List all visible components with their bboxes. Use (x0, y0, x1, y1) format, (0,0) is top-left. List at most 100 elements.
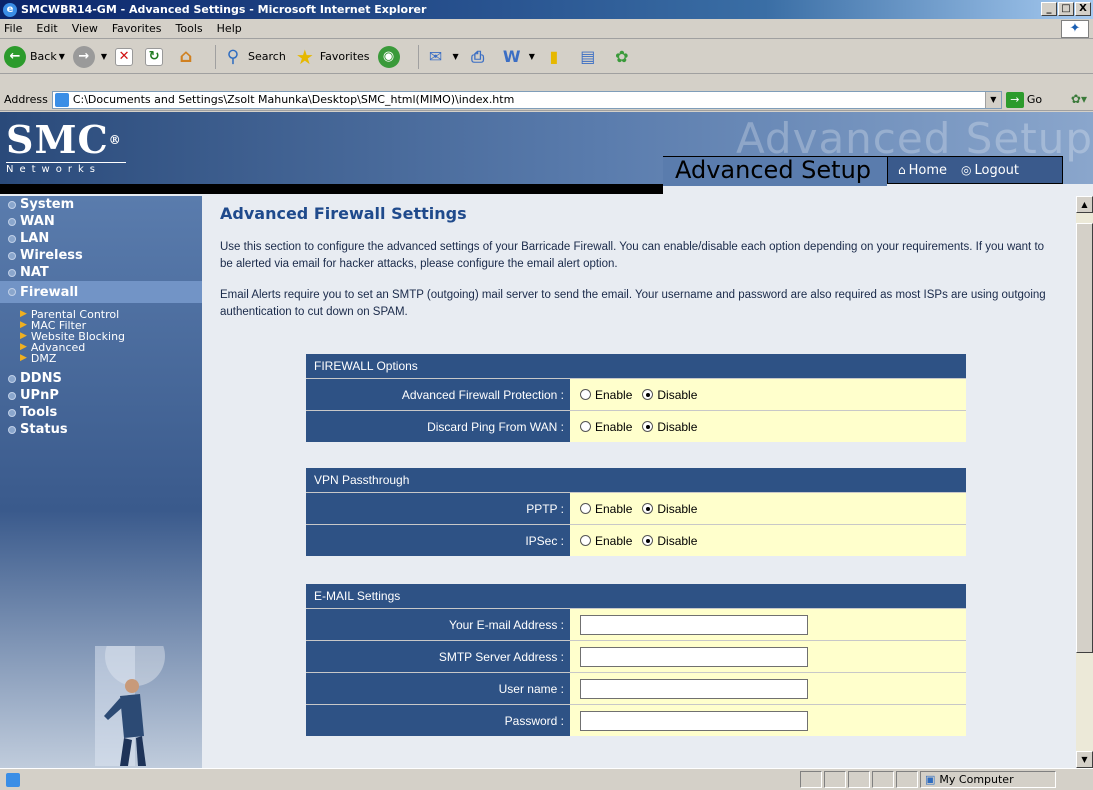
folder-icon: ▮ (549, 47, 559, 66)
sidebar-subitem-dmz[interactable]: ▶ DMZ (0, 353, 202, 364)
radio-disable[interactable] (642, 389, 654, 400)
ipsec-disable[interactable]: Disable (642, 534, 697, 548)
scroll-up-button[interactable]: ▲ (1076, 196, 1093, 213)
scroll-down-button[interactable]: ▼ (1076, 751, 1093, 768)
menu-tools[interactable]: Tools (176, 22, 203, 35)
advanced-protection-options: Enable Disable (570, 379, 966, 410)
advanced-protection-disable[interactable]: Disable (642, 388, 697, 402)
password-input[interactable] (580, 710, 808, 731)
table-row: Password : (306, 704, 966, 736)
close-button[interactable]: X (1075, 2, 1091, 16)
logo-text: SMC (6, 117, 109, 162)
sidebar-item-label: NAT (20, 265, 49, 280)
sidebar-item-ddns[interactable]: DDNS (0, 370, 202, 387)
bullet-icon (8, 374, 16, 383)
header-banner: SMC® Networks Advanced Setup Advanced Se… (0, 112, 1093, 194)
triangle-right-icon: ▶ (20, 309, 27, 319)
status-pane (872, 771, 894, 788)
smtp-server-cell (570, 641, 966, 672)
research-button[interactable]: ▤ (577, 46, 603, 68)
menu-help[interactable]: Help (217, 22, 242, 35)
address-label: Address (4, 93, 48, 106)
email-address-input[interactable] (580, 614, 808, 635)
email-settings-header: E-MAIL Settings (306, 584, 966, 608)
folder-button[interactable]: ▮ (543, 46, 569, 68)
favorites-button[interactable]: ★ Favorites (294, 45, 370, 69)
stop-button[interactable]: ✕ (115, 47, 137, 66)
scroll-thumb[interactable] (1076, 223, 1093, 653)
triangle-right-icon: ▶ (20, 331, 27, 341)
sidebar-item-lan[interactable]: LAN (0, 230, 202, 247)
sidebar-item-firewall[interactable]: Firewall (0, 281, 202, 303)
sidebar-item-label: Status (20, 422, 68, 437)
sidebar-item-label: Wireless (20, 248, 83, 263)
option-label: Disable (657, 387, 698, 402)
vertical-scrollbar[interactable]: ▲ ▼ (1076, 196, 1093, 768)
smtp-server-input[interactable] (580, 646, 808, 667)
radio-enable[interactable] (580, 421, 591, 432)
sidebar-item-upnp[interactable]: UPnP (0, 387, 202, 404)
home-link[interactable]: ⌂ Home (898, 163, 947, 178)
pptp-disable[interactable]: Disable (642, 502, 697, 516)
sidebar-item-wireless[interactable]: Wireless (0, 247, 202, 264)
discard-ping-enable[interactable]: Enable (580, 420, 632, 434)
advanced-protection-enable[interactable]: Enable (580, 388, 632, 402)
radio-disable[interactable] (642, 421, 654, 432)
search-button[interactable]: ⚲ Search (222, 46, 286, 68)
sidebar-item-label: WAN (20, 214, 55, 229)
print-button[interactable]: ⎙ (467, 46, 493, 68)
bullet-icon (8, 200, 16, 209)
bullet-icon (8, 391, 16, 400)
ie-icon: e (3, 2, 17, 17)
back-button[interactable]: ← Back ▼ (4, 45, 65, 68)
pptp-label: PPTP : (306, 493, 570, 524)
ipsec-options: Enable Disable (570, 525, 966, 556)
logout-label: Logout (974, 162, 1020, 178)
address-dropdown-icon[interactable]: ▼ (984, 91, 1001, 108)
radio-disable[interactable] (642, 535, 654, 546)
forward-button[interactable]: → ▼ (72, 45, 107, 68)
radio-enable[interactable] (580, 503, 591, 514)
logout-link[interactable]: ◎ Logout (961, 163, 1019, 178)
username-input[interactable] (580, 678, 808, 699)
maximize-button[interactable]: □ (1058, 2, 1074, 16)
password-label: Password : (306, 705, 570, 736)
sidebar: System WAN LAN Wireless NAT Firewall ▶ Pa… (0, 196, 202, 768)
menu-view[interactable]: View (72, 22, 98, 35)
bullet-icon (8, 408, 16, 417)
messenger-button[interactable]: ✿ (611, 46, 637, 68)
mail-button[interactable]: ✉ ▼ (425, 46, 459, 68)
sidebar-item-tools[interactable]: Tools (0, 404, 202, 421)
sidebar-item-status[interactable]: Status (0, 421, 202, 438)
edit-button[interactable]: W ▼ (501, 46, 535, 68)
sidebar-item-wan[interactable]: WAN (0, 213, 202, 230)
zone-label: My Computer (939, 773, 1014, 786)
radio-enable[interactable] (580, 389, 591, 400)
logo-subtitle: Networks (6, 162, 126, 175)
ipsec-enable[interactable]: Enable (580, 534, 632, 548)
minimize-button[interactable]: _ (1041, 2, 1057, 16)
home-button[interactable]: ⌂ (175, 46, 201, 68)
sidebar-item-nat[interactable]: NAT (0, 264, 202, 281)
radio-enable[interactable] (580, 535, 591, 546)
menu-edit[interactable]: Edit (36, 22, 57, 35)
go-button[interactable]: → Go (1005, 91, 1042, 108)
top-nav: ⌂ Home ◎ Logout (887, 156, 1063, 184)
pptp-enable[interactable]: Enable (580, 502, 632, 516)
refresh-button[interactable]: ↻ (145, 47, 167, 66)
banner-divider (0, 184, 663, 194)
discard-ping-disable[interactable]: Disable (642, 420, 697, 434)
menu-file[interactable]: File (4, 22, 22, 35)
radio-disable[interactable] (642, 503, 654, 514)
address-input[interactable]: C:\Documents and Settings\Zsolt Mahunka\… (51, 90, 1002, 109)
address-url: C:\Documents and Settings\Zsolt Mahunka\… (72, 93, 515, 106)
toolbar: ← Back ▼ → ▼ ✕ ↻ ⌂ ⚲ Search ★ Favorites … (0, 40, 1093, 74)
links-icon[interactable]: ✿▾ (1071, 92, 1087, 106)
triangle-right-icon: ▶ (20, 320, 27, 330)
discard-ping-label: Discard Ping From WAN : (306, 411, 570, 442)
media-button[interactable]: ◉ (377, 45, 404, 68)
windows-logo-icon: ✦ (1061, 20, 1089, 38)
menu-favorites[interactable]: Favorites (112, 22, 162, 35)
sidebar-item-system[interactable]: System (0, 196, 202, 213)
email-address-cell (570, 609, 966, 640)
